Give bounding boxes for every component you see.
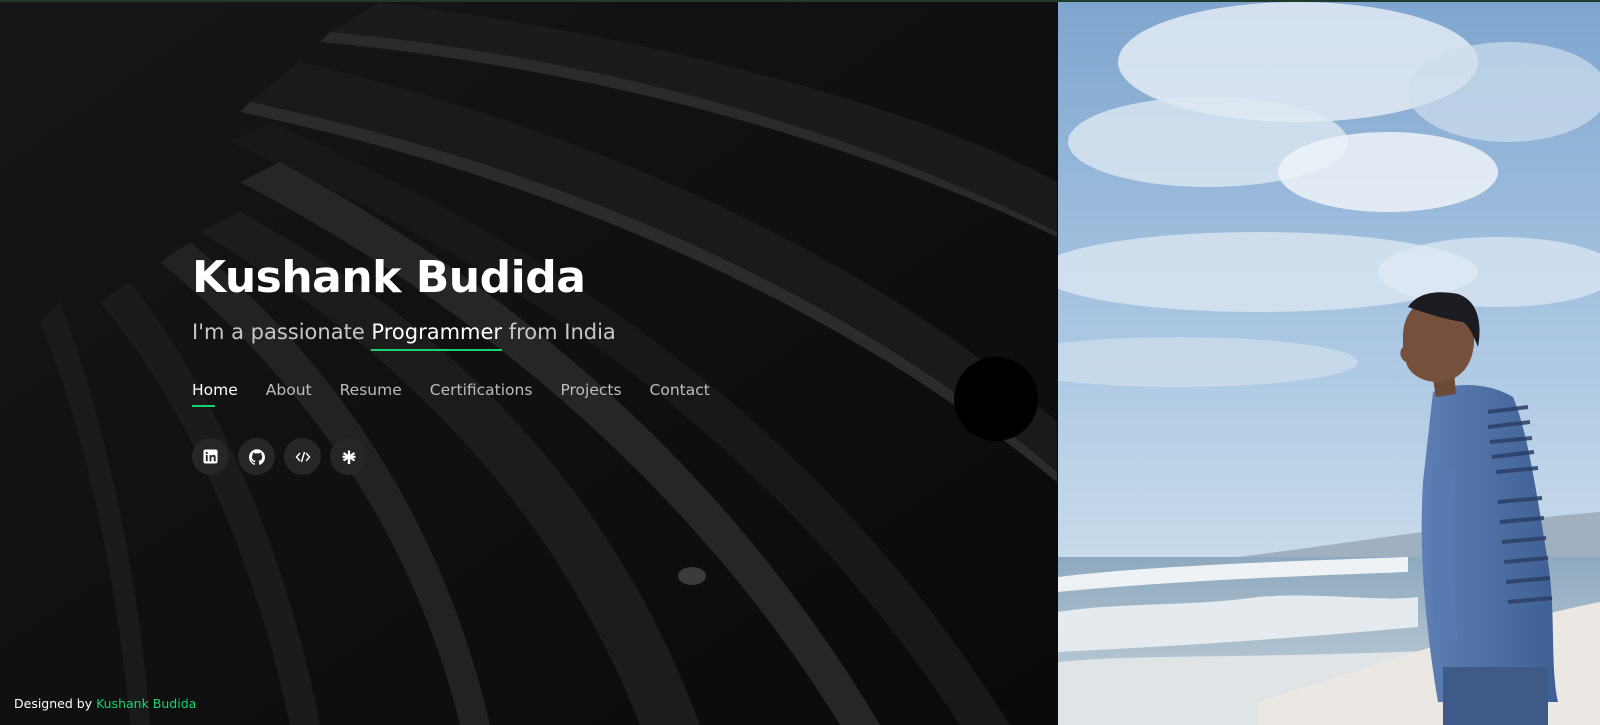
nav-about[interactable]: About <box>266 381 312 407</box>
footer-prefix: Designed by <box>14 696 97 711</box>
nav-contact[interactable]: Contact <box>650 381 710 407</box>
linktree-icon <box>342 450 355 464</box>
tagline-typed-word: Programmer <box>371 320 502 351</box>
profile-photo <box>1058 2 1600 725</box>
footer-author: Kushank Budida <box>96 696 197 711</box>
github-icon <box>248 448 265 465</box>
hero-name: Kushank Budida <box>192 252 586 303</box>
hero-section: Kushank Budida I'm a passionate Programm… <box>0 2 1057 725</box>
linktree-link[interactable] <box>330 438 367 475</box>
main-nav: Home About Resume Certifications Project… <box>192 381 710 407</box>
decorative-circle <box>954 357 1038 441</box>
social-links <box>192 438 367 475</box>
code-icon <box>295 451 310 462</box>
footer-credit: Designed by Kushank Budida <box>14 696 196 711</box>
linkedin-link[interactable] <box>192 438 229 475</box>
hero-background <box>0 2 1057 725</box>
nav-projects[interactable]: Projects <box>560 381 621 407</box>
nav-home[interactable]: Home <box>192 381 238 407</box>
nav-resume[interactable]: Resume <box>340 381 402 407</box>
nav-certifications[interactable]: Certifications <box>430 381 533 407</box>
github-link[interactable] <box>238 438 275 475</box>
code-profile-link[interactable] <box>284 438 321 475</box>
tagline-prefix: I'm a passionate <box>192 320 372 344</box>
linkedin-icon <box>203 449 218 464</box>
tagline-suffix: from India <box>502 320 616 344</box>
hero-tagline: I'm a passionate Programmer from India <box>192 320 616 351</box>
hero-content: Kushank Budida I'm a passionate Programm… <box>192 252 710 475</box>
portfolio-page: Kushank Budida I'm a passionate Programm… <box>0 0 1600 725</box>
